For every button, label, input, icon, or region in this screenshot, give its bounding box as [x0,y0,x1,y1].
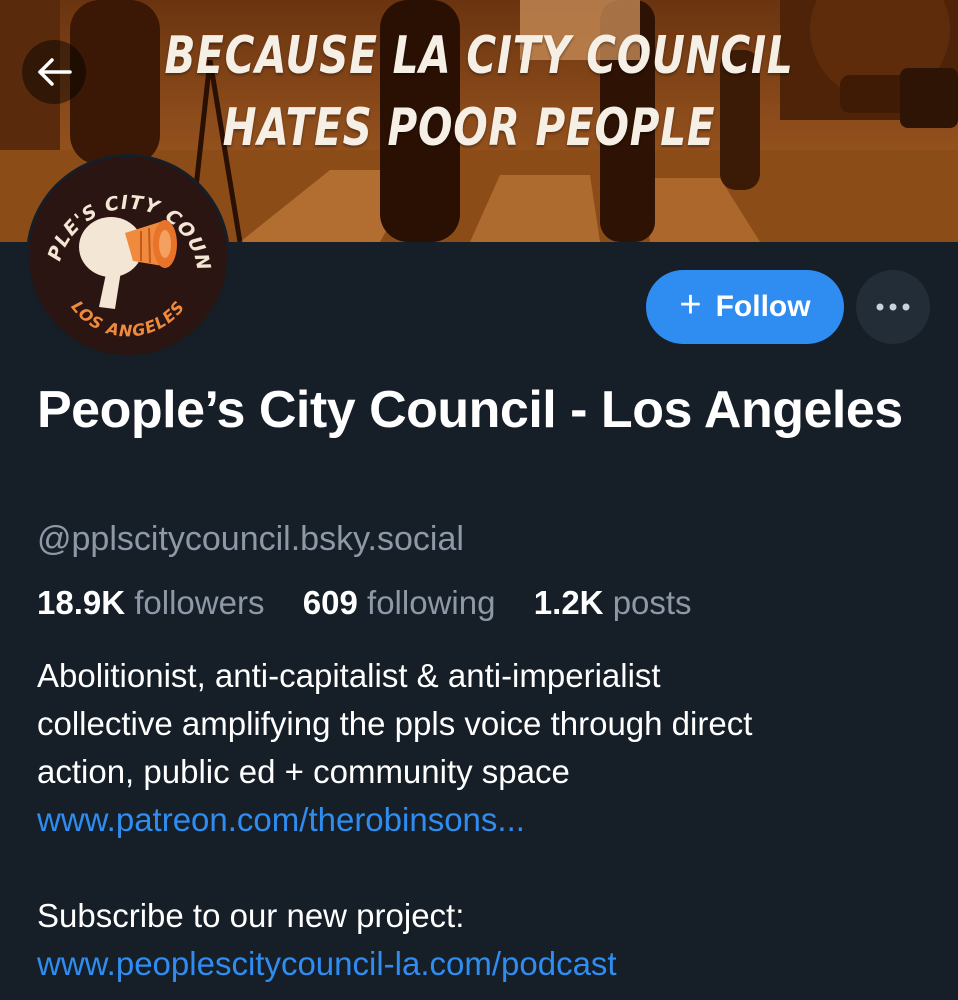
display-name: People’s City Council - Los Angeles [37,381,903,439]
bio-line: collective amplifying the ppls voice thr… [37,705,753,742]
banner-headline-line1: BECAUSE LA CITY COUNCIL [164,26,794,86]
bio-patreon-link[interactable]: www.patreon.com/therobinsons... [37,796,927,844]
bio-podcast-link[interactable]: www.peoplescitycouncil-la.com/podcast [37,940,927,988]
follow-label: Follow [715,290,811,323]
following-stat[interactable]: 609 following [303,584,505,621]
following-count: 609 [302,584,358,621]
plus-icon: + [679,284,702,326]
followers-label: followers [134,584,265,621]
followers-stat[interactable]: 18.9K followers [37,584,274,621]
avatar-logo: PEOPLE'S CITY COUNCIL LOS ANGELES [29,157,227,355]
bio-line: Abolitionist, anti-capitalist & anti-imp… [37,657,661,694]
profile-bio: Abolitionist, anti-capitalist & anti-imp… [37,652,927,988]
ellipsis-icon [876,303,910,311]
posts-stat: 1.2K posts [534,584,692,621]
profile-stats: 18.9K followers 609 following 1.2K posts [37,582,692,624]
bio-line: action, public ed + community space [37,753,570,790]
following-label: following [367,584,496,621]
banner-headline-line2: HATES POOR PEOPLE [222,98,716,158]
posts-label: posts [612,584,692,621]
more-options-button[interactable] [856,270,930,344]
megaphone-logo: PEOPLE'S CITY COUNCIL LOS ANGELES [29,157,227,355]
arrow-left-icon [38,58,72,86]
followers-count: 18.9K [37,584,126,621]
follow-button[interactable]: + Follow [646,270,844,344]
avatar[interactable]: PEOPLE'S CITY COUNCIL LOS ANGELES [26,154,230,358]
posts-count: 1.2K [533,584,604,621]
bio-line: Subscribe to our new project: [37,897,465,934]
profile-handle: @pplscitycouncil.bsky.social [37,520,464,558]
back-button[interactable] [22,40,86,104]
profile-page: BECAUSE LA CITY COUNCIL HATES POOR PEOPL… [0,0,958,1000]
